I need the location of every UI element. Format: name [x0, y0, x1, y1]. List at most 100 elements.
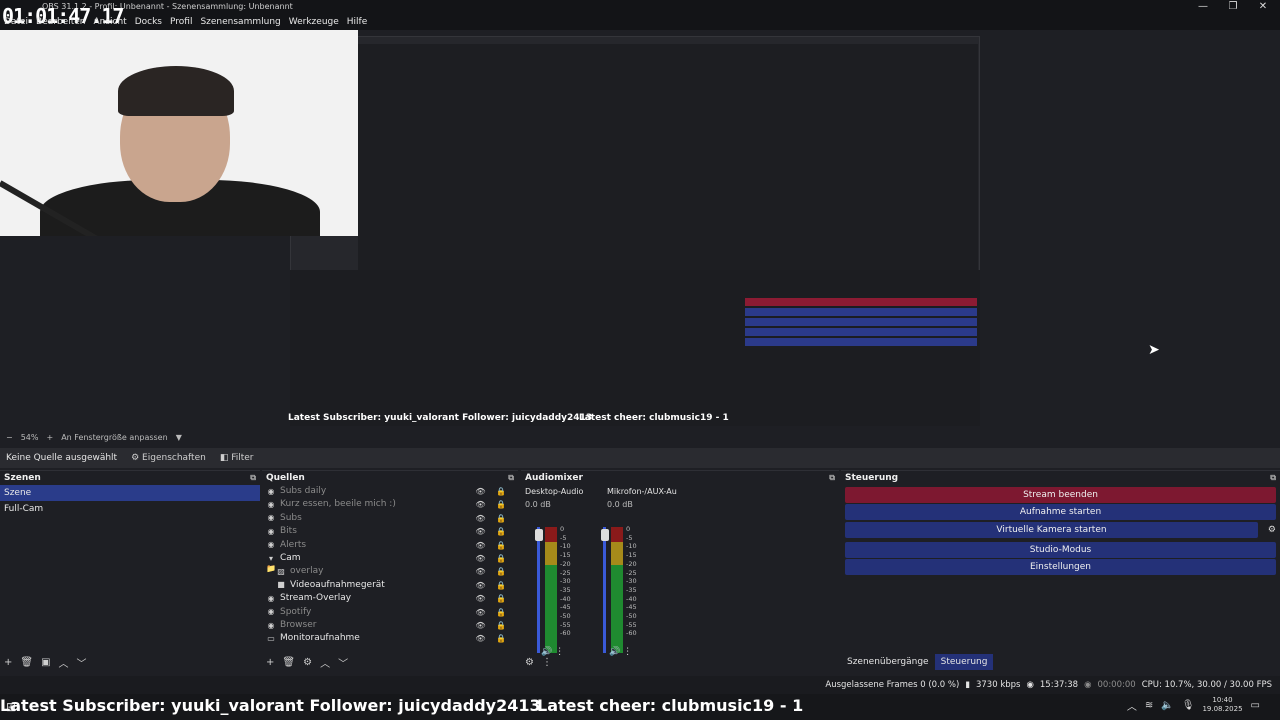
volume-knob[interactable] [535, 529, 543, 541]
minimize-button[interactable]: — [1188, 0, 1218, 14]
source-item[interactable]: ▭ Monitoraufnahme 👁 🔒 [262, 632, 518, 645]
zoom-bar: − 54% + An Fenstergröße anpassen ▼ [0, 430, 1280, 444]
menu-item-2[interactable]: Ansicht [93, 14, 126, 30]
source-item[interactable]: ▨ overlay 👁 🔒 [262, 565, 518, 578]
menu-item-6[interactable]: Werkzeuge [289, 14, 339, 30]
source-item[interactable]: ◉ Subs 👁 🔒 [262, 512, 518, 525]
zoom-in-button[interactable]: + [46, 433, 53, 442]
visibility-lock-icon[interactable]: 👁 🔒 [475, 632, 510, 645]
volume-icon[interactable]: 🔈 [1161, 700, 1173, 711]
source-settings-button[interactable]: ⚙ [303, 657, 312, 668]
tab-transitions[interactable]: Szenenübergänge [841, 654, 935, 670]
scale-tick: -35 [560, 585, 571, 594]
channel-db: 0.0 dB [525, 500, 551, 509]
dock-icon[interactable]: ⧉ [829, 471, 835, 485]
close-button[interactable]: ✕ [1248, 0, 1278, 14]
record-time: 00:00:00 [1097, 680, 1136, 690]
source-item[interactable]: ◉ Kurz essen, beeile mich :) 👁 🔒 [262, 498, 518, 511]
tab-controls[interactable]: Steuerung [934, 654, 994, 670]
source-list: ◉ Subs daily 👁 🔒 ◉ Kurz essen, beeile mich :… [262, 485, 518, 646]
volume-slider[interactable] [603, 527, 606, 653]
source-item[interactable]: ■ Videoaufnahmegerät 👁 🔒 [262, 579, 518, 592]
scene-filter-button[interactable]: ▣ [41, 657, 50, 668]
source-item[interactable]: ▾ 📁 Cam 👁 🔒 [262, 552, 518, 573]
visibility-lock-icon[interactable]: 👁 🔒 [475, 579, 510, 592]
scale-tick: -10 [626, 542, 637, 551]
dock-icon[interactable]: ⧉ [250, 471, 256, 485]
chevron-up-icon[interactable]: ︿ [1127, 698, 1137, 713]
visibility-lock-icon[interactable]: 👁 🔒 [475, 498, 510, 511]
visibility-lock-icon[interactable]: 👁 🔒 [475, 592, 510, 605]
move-up-button[interactable]: ︿ [59, 655, 69, 670]
scene-item[interactable]: Full-Cam [0, 501, 260, 517]
properties-button[interactable]: ⚙ Eigenschaften [131, 453, 206, 463]
source-item[interactable]: ◉ Subs daily 👁 🔒 [262, 485, 518, 498]
remove-source-button[interactable]: 🗑 [282, 657, 295, 668]
menu-item-7[interactable]: Hilfe [347, 14, 367, 30]
menu-item-4[interactable]: Profil [170, 14, 192, 30]
start-virtual-camera-button[interactable]: Virtuelle Kamera starten ⚙ [845, 521, 1276, 538]
gear-icon[interactable]: ⚙ [1268, 522, 1276, 538]
visibility-lock-icon[interactable]: 👁 🔒 [475, 565, 510, 578]
wifi-icon[interactable]: ≋ [1145, 700, 1153, 711]
volume-slider[interactable] [537, 527, 540, 653]
dock-icon[interactable]: ⧉ [1270, 471, 1276, 485]
scene-item[interactable]: Szene [0, 485, 260, 501]
mixer-menu-button[interactable]: ⋮ [542, 657, 552, 668]
visibility-lock-icon[interactable]: 👁 🔒 [475, 525, 510, 538]
source-type-icon: ▭ [267, 633, 275, 643]
scale-tick: -30 [626, 577, 637, 586]
visibility-lock-icon[interactable]: 👁 🔒 [475, 606, 510, 619]
channel-db: 0.0 dB [607, 500, 633, 509]
source-item[interactable]: ◉ Stream-Overlay 👁 🔒 [262, 592, 518, 605]
filter-icon: ◧ [219, 453, 229, 463]
settings-button[interactable]: Einstellungen [845, 559, 1276, 575]
source-label: Subs [280, 512, 302, 523]
dock-icon[interactable]: ⧉ [508, 471, 514, 485]
scale-tick: -15 [560, 551, 571, 560]
source-type-icon: ■ [277, 580, 285, 590]
source-item[interactable]: ◉ Bits 👁 🔒 [262, 525, 518, 538]
menu-item-3[interactable]: Docks [135, 14, 162, 30]
visibility-lock-icon[interactable]: 👁 🔒 [475, 619, 510, 632]
add-source-button[interactable]: + [266, 657, 274, 668]
notification-icon[interactable]: ▭ [1251, 700, 1260, 711]
visibility-lock-icon[interactable]: 👁 🔒 [475, 539, 510, 552]
source-label: Spotify [280, 606, 312, 617]
move-down-button[interactable]: ﹀ [77, 655, 87, 670]
mixer-settings-button[interactable]: ⚙ [525, 657, 534, 668]
start-recording-button[interactable]: Aufnahme starten [845, 504, 1276, 520]
zoom-out-button[interactable]: − [6, 433, 13, 442]
visibility-lock-icon[interactable]: 👁 🔒 [475, 512, 510, 525]
control-buttons: Stream beenden Aufnahme starten Virtuelle … [841, 486, 1280, 575]
studio-mode-button[interactable]: Studio-Modus [845, 541, 1276, 558]
volume-meter [545, 527, 557, 653]
stop-stream-button[interactable]: Stream beenden [845, 486, 1276, 503]
remove-scene-button[interactable]: 🗑 [20, 657, 33, 668]
move-down-button[interactable]: ﹀ [338, 655, 348, 670]
chevron-down-icon[interactable]: ▼ [176, 433, 182, 442]
maximize-button[interactable]: ❐ [1218, 0, 1248, 14]
source-type-icon: ◉ [267, 513, 275, 523]
source-label: Subs daily [280, 486, 327, 496]
volume-knob[interactable] [601, 529, 609, 541]
source-item[interactable]: ◉ Alerts 👁 🔒 [262, 539, 518, 552]
mic-icon[interactable]: 🎙 [1182, 700, 1195, 711]
mouse-cursor-icon: ➤ [1148, 342, 1160, 358]
menu-item-0[interactable]: Datei [4, 14, 28, 30]
source-item[interactable]: ◉ Browser 👁 🔒 [262, 619, 518, 632]
scale-tick: -45 [560, 603, 571, 612]
menu-item-5[interactable]: Szenensammlung [200, 14, 280, 30]
visibility-lock-icon[interactable]: 👁 🔒 [475, 485, 510, 498]
source-type-icon: ◉ [267, 540, 275, 550]
filter-button[interactable]: ◧ Filter [220, 453, 254, 463]
scale-tick: -50 [626, 612, 637, 621]
add-scene-button[interactable]: + [4, 657, 12, 668]
source-item[interactable]: ◉ Spotify 👁 🔒 [262, 606, 518, 619]
visibility-lock-icon[interactable]: 👁 🔒 [475, 552, 510, 565]
move-up-button[interactable]: ︿ [320, 655, 330, 670]
menu-item-1[interactable]: Bearbeiten [36, 14, 85, 30]
tray-clock[interactable]: 10:40 19.08.2025 [1202, 696, 1242, 714]
audio-mixer-dock: Audiomixer ⧉ Desktop-Audio 0.0 dB 0 -5 -10-… [521, 470, 839, 670]
scenes-dock: Szenen ⧉ Szene Full-Cam + 🗑 ▣ ︿ ﹀ [0, 470, 260, 670]
